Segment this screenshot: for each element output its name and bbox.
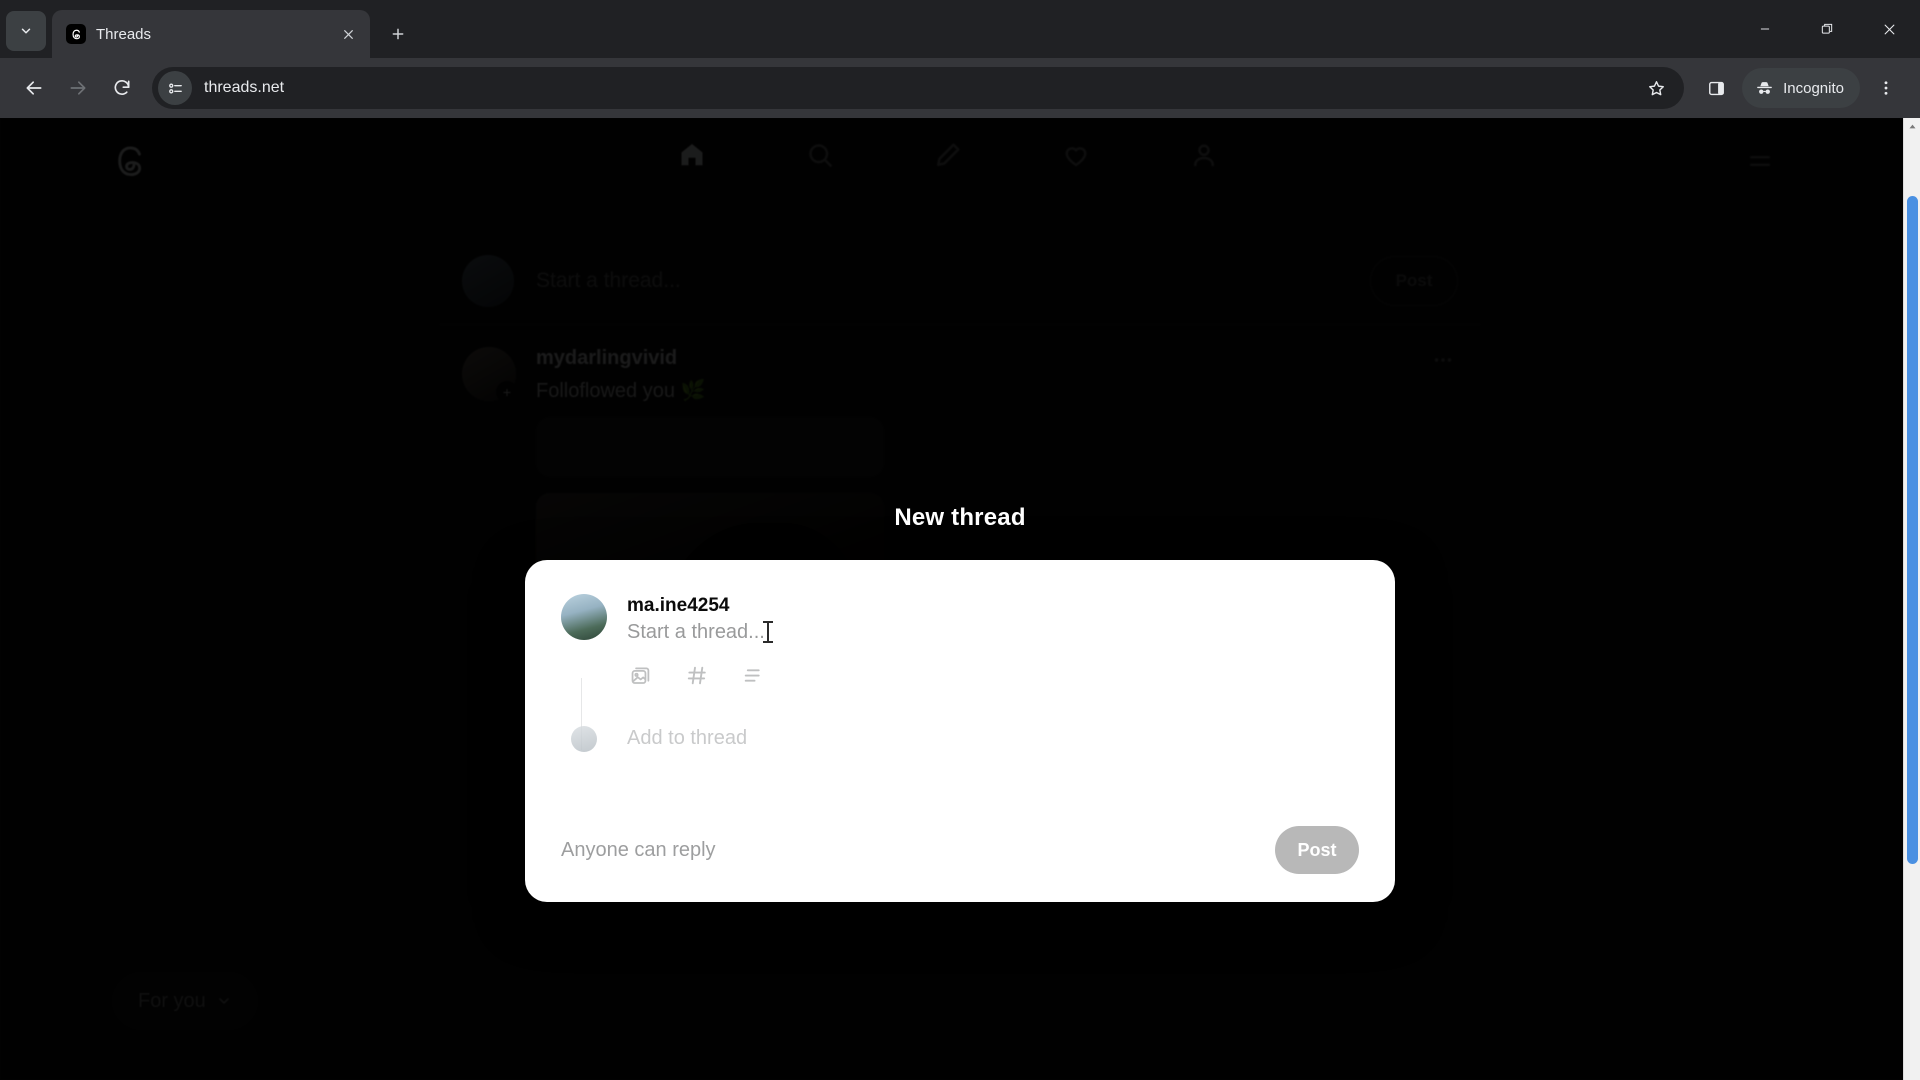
tab-search-area [0, 0, 52, 58]
threads-logo-icon [66, 24, 86, 44]
thread-input-placeholder: Start a thread... [627, 620, 765, 643]
thread-text-input[interactable]: Start a thread... [627, 621, 1357, 644]
site-settings-sliders-icon [168, 83, 182, 93]
post-button[interactable]: Post [1275, 826, 1359, 874]
dialog-footer: Anyone can reply Post [525, 806, 1395, 902]
image-stack-icon [631, 667, 649, 685]
new-tab-button[interactable] [380, 16, 416, 52]
browser-toolbar: threads.net Incognito [0, 58, 1920, 118]
page-title: New thread [894, 504, 1026, 531]
add-to-thread-label: Add to thread [627, 727, 748, 750]
incognito-indicator[interactable]: Incognito [1742, 68, 1860, 108]
page-viewport: Start a thread... Post + mydarlingvivid … [0, 118, 1920, 1080]
scroll-up-icon [1909, 124, 1916, 129]
close-icon [1884, 24, 1894, 34]
reload-button[interactable] [100, 66, 144, 110]
add-poll-button[interactable] [739, 662, 767, 690]
page-scrollbar[interactable] [1903, 118, 1920, 1080]
compose-column: ma.ine4254 Start a thread... [627, 594, 1357, 690]
window-minimize-button[interactable] [1734, 0, 1796, 58]
dialog-body: ma.ine4254 Start a thread... Add to thre… [525, 560, 1395, 806]
forward-arrow-icon [70, 81, 86, 95]
bookmark-button[interactable] [1636, 68, 1676, 108]
back-button[interactable] [12, 66, 56, 110]
star-icon [1648, 80, 1664, 95]
three-dot-menu-icon [1884, 81, 1888, 95]
compose-toolbar [627, 662, 1357, 690]
poll-icon [744, 669, 760, 682]
avatar [561, 594, 607, 640]
reload-icon [114, 80, 130, 95]
toolbar-right-actions: Incognito [1694, 66, 1908, 110]
window-close-button[interactable] [1858, 0, 1920, 58]
tab-title: Threads [96, 25, 152, 43]
compose-row: ma.ine4254 Start a thread... [561, 594, 1357, 690]
tab-close-button[interactable] [336, 22, 360, 46]
back-arrow-icon [26, 81, 42, 95]
address-bar-url: threads.net [204, 79, 285, 96]
side-panel-button[interactable] [1694, 66, 1738, 110]
scroll-up-button[interactable] [1904, 118, 1920, 135]
window-controls [1734, 0, 1920, 58]
browser-window: Threads threads.net Incognito New thread… [0, 0, 1920, 1080]
avatar [571, 725, 597, 752]
new-thread-dialog: ma.ine4254 Start a thread... Add to thre… [525, 560, 1395, 902]
compose-username: ma.ine4254 [627, 595, 730, 616]
window-maximize-button[interactable] [1796, 0, 1858, 58]
text-cursor-icon [762, 621, 773, 644]
side-panel-icon [1708, 81, 1724, 95]
browser-tab-threads[interactable]: Threads [52, 10, 370, 58]
plus-icon [392, 28, 404, 40]
incognito-label: Incognito [1783, 79, 1844, 97]
chrome-menu-button[interactable] [1864, 66, 1908, 110]
attach-media-button[interactable] [627, 662, 655, 690]
chevron-down-icon [21, 28, 31, 34]
scrollbar-thumb[interactable] [1907, 196, 1918, 864]
forward-button[interactable] [56, 66, 100, 110]
add-to-thread-row[interactable]: Add to thread [561, 725, 1357, 752]
address-bar[interactable]: threads.net [152, 67, 1685, 109]
minimize-icon [1760, 28, 1770, 30]
hashtag-icon [687, 667, 706, 685]
reply-setting-button[interactable]: Anyone can reply [561, 839, 1275, 862]
site-settings-button[interactable] [158, 71, 192, 105]
restore-icon [1821, 23, 1833, 34]
tab-strip: Threads [0, 0, 1920, 58]
add-tag-button[interactable] [683, 662, 711, 690]
incognito-hat-icon [1757, 81, 1772, 94]
close-icon [343, 29, 353, 39]
tab-search-button[interactable] [6, 11, 46, 51]
